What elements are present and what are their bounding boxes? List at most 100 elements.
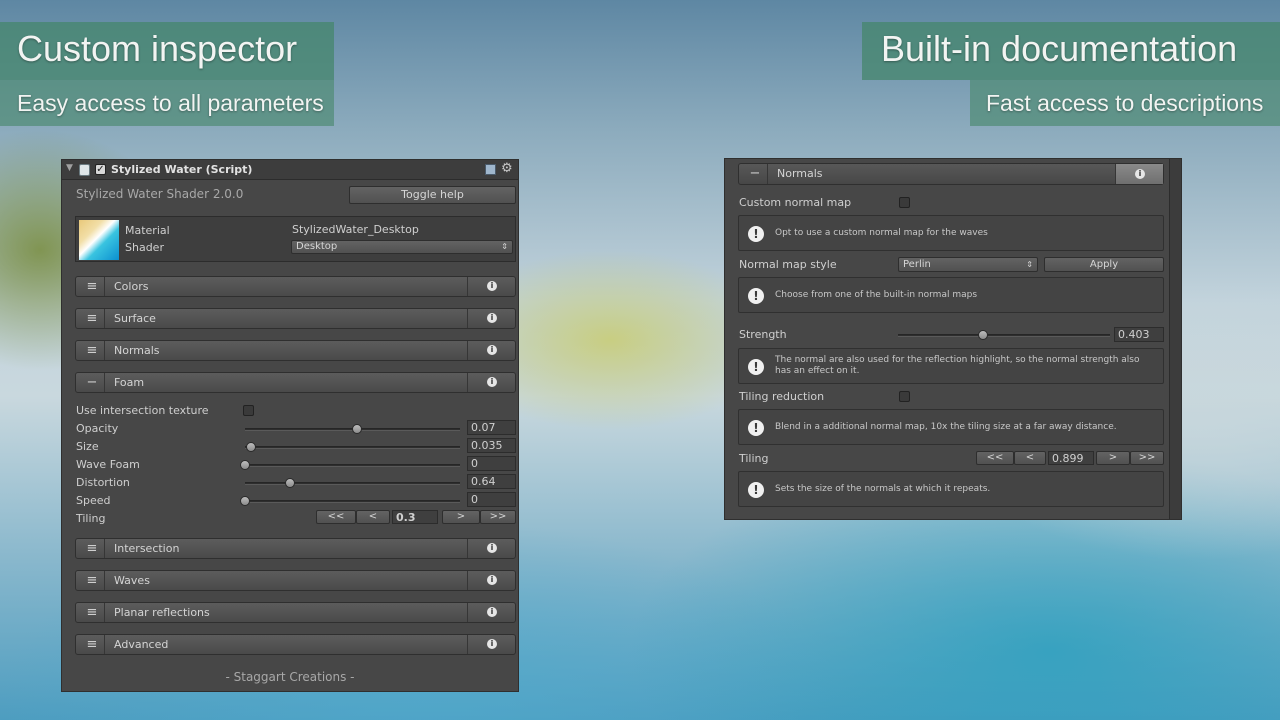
section-foam[interactable]: − Foam i xyxy=(75,372,516,393)
info-button[interactable]: i xyxy=(1115,164,1163,184)
info-button[interactable]: i xyxy=(467,277,515,296)
opacity-slider-handle[interactable] xyxy=(351,424,362,434)
material-value[interactable]: StylizedWater_Desktop xyxy=(292,223,419,236)
version-label: Stylized Water Shader 2.0.0 xyxy=(76,187,244,201)
section-advanced[interactable]: ≡ Advanced i xyxy=(75,634,516,655)
component-enabled-checkbox[interactable]: ✓ xyxy=(95,164,106,175)
docs-tiling-prev-button[interactable]: < xyxy=(1014,451,1046,465)
section-colors[interactable]: ≡ Colors i xyxy=(75,276,516,297)
section-planar-reflections[interactable]: ≡ Planar reflections i xyxy=(75,602,516,623)
info-button[interactable]: i xyxy=(467,309,515,328)
section-advanced-label: Advanced xyxy=(114,638,169,651)
strength-slider-track[interactable] xyxy=(898,334,1110,337)
speed-slider-track[interactable] xyxy=(245,500,460,503)
component-title: Stylized Water (Script) xyxy=(111,163,253,176)
help-box-tiling: ! Sets the size of the normals at which … xyxy=(738,471,1164,507)
dropdown-arrow-icon: ⇕ xyxy=(501,242,508,251)
tiling-first-button[interactable]: << xyxy=(316,510,356,524)
section-intersection[interactable]: ≡ Intersection i xyxy=(75,538,516,559)
info-icon: i xyxy=(1135,169,1145,179)
distortion-slider-handle[interactable] xyxy=(285,478,296,488)
left-title: Custom inspector xyxy=(17,28,298,69)
speed-field[interactable]: 0 xyxy=(467,492,516,507)
size-slider-handle[interactable] xyxy=(246,442,257,452)
use-intersection-checkbox[interactable] xyxy=(243,405,254,416)
info-button[interactable]: i xyxy=(467,341,515,360)
speed-label: Speed xyxy=(76,494,111,507)
hamburger-icon: ≡ xyxy=(86,343,98,358)
tiling-prev-button[interactable]: < xyxy=(356,510,390,524)
opacity-field[interactable]: 0.07 xyxy=(467,420,516,435)
strength-field[interactable]: 0.403 xyxy=(1114,327,1164,342)
custom-normal-map-checkbox[interactable] xyxy=(899,197,910,208)
section-normals-label: Normals xyxy=(114,344,160,357)
docs-tiling-next-button[interactable]: > xyxy=(1096,451,1130,465)
wavefoam-slider-track[interactable] xyxy=(245,464,460,467)
tiling-next-button[interactable]: > xyxy=(442,510,480,524)
help-tiling-text: Sets the size of the normals at which it… xyxy=(775,484,991,494)
docs-tiling-field[interactable]: 0.899 xyxy=(1048,451,1094,465)
speed-slider-handle[interactable] xyxy=(240,496,250,506)
inspector-panel: ▼ ✓ Stylized Water (Script) ⚙ Stylized W… xyxy=(61,159,519,692)
right-title: Built-in documentation xyxy=(881,28,1238,69)
right-subtitle: Fast access to descriptions xyxy=(986,90,1264,116)
hamburger-icon: ≡ xyxy=(86,573,98,588)
footer-credit: - Staggart Creations - xyxy=(225,670,355,684)
book-icon[interactable] xyxy=(485,164,496,175)
info-button[interactable]: i xyxy=(467,373,515,392)
help-box-custom: ! Opt to use a custom normal map for the… xyxy=(738,215,1164,251)
size-slider-track[interactable] xyxy=(245,446,460,449)
exclamation-icon: ! xyxy=(748,226,764,242)
strength-slider-handle[interactable] xyxy=(977,330,988,340)
exclamation-icon: ! xyxy=(748,420,764,436)
section-normals[interactable]: ≡ Normals i xyxy=(75,340,516,361)
section-normals-header[interactable]: − Normals i xyxy=(738,163,1164,185)
help-style-text: Choose from one of the built-in normal m… xyxy=(775,290,978,300)
docs-tiling-last-button[interactable]: >> xyxy=(1130,451,1164,465)
tiling-field[interactable]: 0.3 xyxy=(392,510,438,524)
docs-tiling-first-button[interactable]: << xyxy=(976,451,1014,465)
apply-button[interactable]: Apply xyxy=(1044,257,1164,272)
info-button[interactable]: i xyxy=(467,635,515,654)
left-subtitle-banner: Easy access to all parameters xyxy=(0,80,334,126)
section-waves-label: Waves xyxy=(114,574,150,587)
normal-style-dropdown[interactable]: Perlin ⇕ xyxy=(898,257,1038,272)
info-button[interactable]: i xyxy=(467,603,515,622)
material-label: Material xyxy=(125,224,170,237)
wavefoam-slider-handle[interactable] xyxy=(240,460,250,470)
docs-scrollbar[interactable] xyxy=(1169,159,1181,519)
toggle-help-button[interactable]: Toggle help xyxy=(349,186,516,204)
info-icon: i xyxy=(487,281,497,291)
size-field[interactable]: 0.035 xyxy=(467,438,516,453)
shader-dropdown[interactable]: Desktop ⇕ xyxy=(291,240,513,254)
docs-tiling-label: Tiling xyxy=(739,452,769,465)
section-surface-label: Surface xyxy=(114,312,156,325)
section-waves[interactable]: ≡ Waves i xyxy=(75,570,516,591)
dropdown-arrow-icon: ⇕ xyxy=(1026,260,1033,269)
help-custom-text: Opt to use a custom normal map for the w… xyxy=(775,228,988,238)
exclamation-icon: ! xyxy=(748,288,764,304)
material-box: Material StylizedWater_Desktop Shader De… xyxy=(75,216,516,262)
right-subtitle-banner: Fast access to descriptions xyxy=(970,80,1280,126)
info-button[interactable]: i xyxy=(467,571,515,590)
distortion-field[interactable]: 0.64 xyxy=(467,474,516,489)
shader-dropdown-value: Desktop xyxy=(296,241,338,252)
help-tiling-reduction-text: Blend in a additional normal map, 10x th… xyxy=(775,422,1117,432)
minus-icon: − xyxy=(749,166,761,181)
section-surface[interactable]: ≡ Surface i xyxy=(75,308,516,329)
tiling-last-button[interactable]: >> xyxy=(480,510,516,524)
info-button[interactable]: i xyxy=(467,539,515,558)
section-intersection-label: Intersection xyxy=(114,542,180,555)
foldout-arrow-icon[interactable]: ▼ xyxy=(66,163,73,173)
inspector-header: ▼ ✓ Stylized Water (Script) ⚙ xyxy=(62,160,518,180)
distortion-slider-track[interactable] xyxy=(245,482,460,485)
hamburger-icon: ≡ xyxy=(86,541,98,556)
strength-label: Strength xyxy=(739,328,787,341)
info-icon: i xyxy=(487,313,497,323)
tiling-reduction-checkbox[interactable] xyxy=(899,391,910,402)
shader-label: Shader xyxy=(125,241,164,254)
material-preview-thumbnail[interactable] xyxy=(79,220,119,260)
gear-icon[interactable]: ⚙ xyxy=(501,161,513,176)
wavefoam-field[interactable]: 0 xyxy=(467,456,516,471)
wavefoam-label: Wave Foam xyxy=(76,458,140,471)
